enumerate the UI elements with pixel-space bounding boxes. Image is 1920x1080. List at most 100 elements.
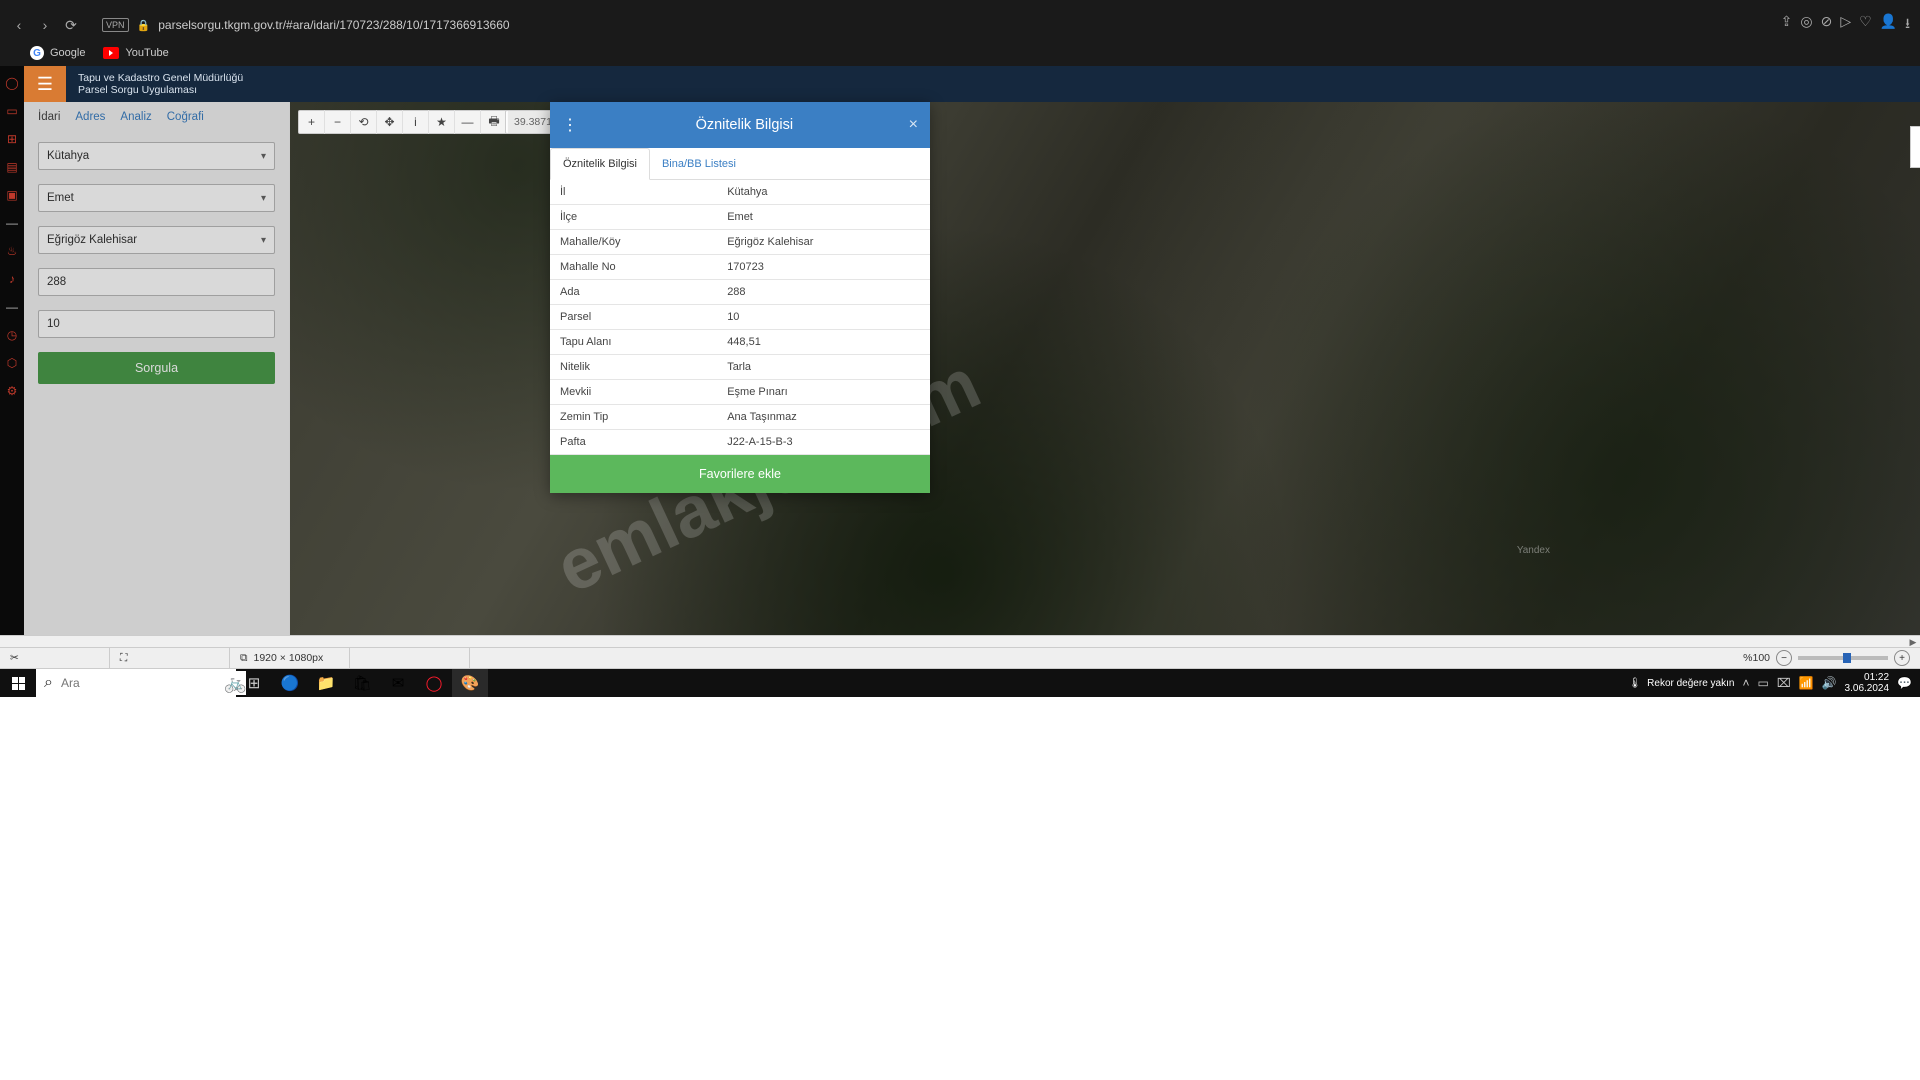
print-button[interactable]: 🖶 [481, 110, 507, 134]
measure-button[interactable]: — [455, 110, 481, 134]
task-paint[interactable]: 🎨 [452, 669, 488, 697]
bookmark-label: YouTube [125, 47, 168, 59]
back-button[interactable]: ‹ [10, 16, 28, 34]
tray-wifi-icon[interactable]: 📶 [1799, 676, 1814, 690]
sidebar-icon[interactable]: — [6, 216, 18, 230]
tab-idari[interactable]: İdari [38, 105, 60, 129]
weather-text: Rekor değere yakın [1647, 678, 1734, 689]
sidebar-icon[interactable]: ▣ [6, 188, 17, 202]
table-row: Mahalle/KöyEğrigöz Kalehisar [550, 230, 930, 255]
zoom-slider[interactable] [1798, 656, 1888, 660]
table-row: Parsel10 [550, 305, 930, 330]
sidebar-icon[interactable]: ⚙ [7, 384, 18, 398]
sidebar-icon[interactable]: ▭ [6, 104, 17, 118]
bookmark-youtube[interactable]: YouTube [103, 47, 168, 59]
screenshot-icon[interactable]: ◎ [1800, 13, 1812, 37]
task-explorer[interactable]: 📁 [308, 669, 344, 697]
sidebar-icon[interactable]: ◯ [5, 76, 18, 90]
attr-key: Parsel [550, 305, 717, 330]
task-opera[interactable]: ◯ [416, 669, 452, 697]
sidebar-icon[interactable]: ♨ [7, 244, 18, 258]
zoom-thumb[interactable] [1843, 653, 1851, 663]
table-row: Ada288 [550, 280, 930, 305]
sorgula-button[interactable]: Sorgula [38, 352, 275, 384]
weather-widget[interactable]: 🌡 Rekor değere yakın [1628, 678, 1734, 689]
tray-time: 01:22 [1845, 672, 1890, 683]
tray-chevron-icon[interactable]: ˄ [1742, 676, 1749, 690]
tab-cografi[interactable]: Coğrafi [167, 105, 204, 129]
modal-title: Öznitelik Bilgisi [580, 117, 909, 133]
modal-tab-attributes[interactable]: Öznitelik Bilgisi [550, 148, 650, 180]
yandex-label: Yandex [1517, 545, 1550, 556]
tray-clock[interactable]: 01:22 3.06.2024 [1845, 672, 1890, 694]
sidebar-icon[interactable]: — [6, 300, 18, 314]
resize-icon[interactable]: ⛶ [120, 652, 127, 665]
task-edge[interactable]: 🔵 [272, 669, 308, 697]
sidebar-icon[interactable]: ◷ [7, 328, 17, 342]
heart-icon[interactable]: ♡ [1859, 13, 1872, 37]
download-icon[interactable]: ⭳ [1905, 13, 1910, 37]
share-icon[interactable]: ⇪ [1781, 13, 1793, 37]
sidebar-icon[interactable]: ⊞ [7, 132, 17, 146]
table-row: İlKütahya [550, 180, 930, 205]
right-panel-toggle[interactable] [1910, 126, 1920, 168]
task-store[interactable]: 🛍 [344, 669, 380, 697]
zoom-in-button[interactable]: + [299, 110, 325, 134]
attr-val: Eşme Pınarı [717, 380, 930, 405]
zoom-out-button[interactable]: − [1776, 650, 1792, 666]
pan-button[interactable]: ✥ [377, 110, 403, 134]
tray-volume-icon[interactable]: 🔊 [1822, 676, 1837, 690]
add-favorite-button[interactable]: Favorilere ekle [550, 455, 930, 493]
il-select[interactable]: Kütahya [38, 142, 275, 170]
start-button[interactable] [0, 669, 36, 697]
search-input[interactable] [61, 676, 216, 690]
modal-tab-buildings[interactable]: Bina/BB Listesi [650, 148, 748, 179]
url-text[interactable]: parselsorgu.tkgm.gov.tr/#ara/idari/17072… [158, 18, 1772, 32]
hamburger-icon: ☰ [37, 74, 53, 95]
taskbar-search[interactable]: ⌕ 🚲 [36, 669, 236, 697]
menu-button[interactable]: ☰ [24, 66, 66, 102]
attr-key: Tapu Alanı [550, 330, 717, 355]
parsel-input[interactable] [38, 310, 275, 338]
attr-val: J22-A-15-B-3 [717, 430, 930, 455]
app-org-title: Tapu ve Kadastro Genel Müdürlüğü [78, 72, 243, 84]
notifications-icon[interactable]: 💬 [1897, 676, 1912, 690]
mahalle-select[interactable]: Eğrigöz Kalehisar [38, 226, 275, 254]
star-button[interactable]: ★ [429, 110, 455, 134]
blocker-icon[interactable]: ⊘ [1821, 13, 1833, 37]
attr-key: Mahalle No [550, 255, 717, 280]
reset-button[interactable]: ⟲ [351, 110, 377, 134]
tab-analiz[interactable]: Analiz [120, 105, 151, 129]
task-mail[interactable]: ✉ [380, 669, 416, 697]
canvas-background [0, 697, 1920, 1080]
tray-touchpad-icon[interactable]: ⌧ [1777, 676, 1791, 690]
play-icon[interactable]: ▷ [1840, 13, 1851, 37]
horizontal-scrollbar[interactable]: ▶ [0, 635, 1920, 647]
bookmark-google[interactable]: G Google [30, 46, 85, 60]
ilce-select[interactable]: Emet [38, 184, 275, 212]
ada-input[interactable] [38, 268, 275, 296]
tab-adres[interactable]: Adres [75, 105, 105, 129]
attr-key: İl [550, 180, 717, 205]
tray-battery-icon[interactable]: ▭ [1757, 676, 1768, 690]
zoom-out-button[interactable]: − [325, 110, 351, 134]
forward-button[interactable]: › [36, 16, 54, 34]
sidebar-icon[interactable]: ⬡ [7, 356, 17, 370]
editor-status-bar: ✂ ⛶ ⧉1920 × 1080px %100 − + [0, 647, 1920, 669]
crop-icon[interactable]: ✂ [10, 652, 19, 664]
google-icon: G [30, 46, 44, 60]
task-view-button[interactable]: ⊞ [236, 669, 272, 697]
attr-val: 448,51 [717, 330, 930, 355]
sidebar-icon[interactable]: ▤ [6, 160, 17, 174]
profile-icon[interactable]: 👤 [1880, 13, 1897, 37]
info-button[interactable]: i [403, 110, 429, 134]
sidebar-icon[interactable]: ♪ [9, 272, 15, 286]
reload-button[interactable]: ⟳ [62, 16, 80, 34]
zoom-in-button[interactable]: + [1894, 650, 1910, 666]
browser-sidebar: ◯ ▭ ⊞ ▤ ▣ — ♨ ♪ — ◷ ⬡ ⚙ [0, 66, 24, 666]
modal-menu-button[interactable]: ⋮ [562, 115, 580, 135]
vpn-badge[interactable]: VPN [102, 18, 129, 32]
attr-val: Kütahya [717, 180, 930, 205]
map[interactable]: + − ⟲ ✥ i ★ — 🖶 39.3871 : 29.24 emlakjet… [290, 102, 1920, 637]
modal-close-button[interactable]: × [909, 116, 918, 134]
